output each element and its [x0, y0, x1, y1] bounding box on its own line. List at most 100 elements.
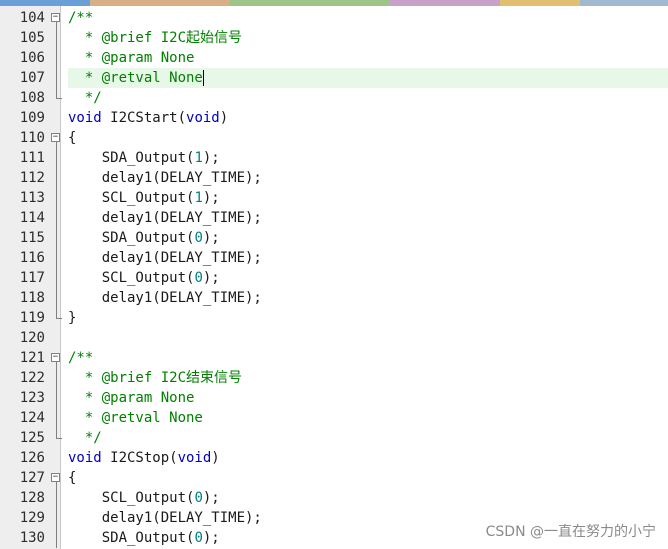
line-number: 126 [19, 450, 45, 466]
code-editor[interactable]: 104−/** 105 * @brief I2C起始信号 106 * @param … [0, 8, 668, 548]
fold-guide-line [56, 148, 57, 168]
code-line[interactable]: 105 * @brief I2C起始信号 [0, 28, 668, 48]
fold-guide-line [56, 528, 57, 548]
code-line[interactable]: 122 * @brief I2C结束信号 [0, 368, 668, 388]
line-number: 125 [19, 430, 45, 446]
code-text: delay1(DELAY_TIME); [68, 288, 668, 308]
line-number: 105 [19, 30, 45, 46]
code-token: * @param None [68, 390, 195, 406]
code-line[interactable]: 104−/** [0, 8, 668, 28]
code-token: { [68, 470, 77, 486]
code-text: delay1(DELAY_TIME); [68, 208, 668, 228]
code-line[interactable]: 125 */ [0, 428, 668, 448]
code-token: delay1(DELAY_TIME); [68, 250, 262, 266]
code-line[interactable]: 120 [0, 328, 668, 348]
line-number: 107 [19, 70, 45, 86]
code-token: SCL_Output( [68, 490, 195, 506]
code-token: ); [202, 490, 220, 506]
code-text: } [68, 308, 668, 328]
code-token: 0 [194, 270, 203, 286]
line-number: 113 [19, 190, 45, 206]
top-strip-segment [230, 0, 390, 6]
code-text: */ [68, 88, 668, 108]
code-line[interactable]: 117 SCL_Output(0); [0, 268, 668, 288]
code-line[interactable]: 114 delay1(DELAY_TIME); [0, 208, 668, 228]
code-line[interactable]: 115 SDA_Output(0); [0, 228, 668, 248]
code-line[interactable]: 128 SCL_Output(0); [0, 488, 668, 508]
line-number: 120 [19, 330, 45, 346]
code-token: delay1(DELAY_TIME); [68, 170, 262, 186]
fold-guide-line [56, 188, 57, 208]
fold-guide-line [56, 68, 57, 88]
line-number: 109 [19, 110, 45, 126]
fold-guide-line [56, 88, 57, 98]
fold-collapse-icon[interactable]: − [51, 133, 60, 142]
line-number: 111 [19, 150, 45, 166]
code-token: 0 [194, 530, 203, 546]
code-text: * @param None [68, 48, 668, 68]
code-line[interactable]: 119} [0, 308, 668, 328]
code-line[interactable]: 116 delay1(DELAY_TIME); [0, 248, 668, 268]
code-line[interactable]: 123 * @param None [0, 388, 668, 408]
line-number: 117 [19, 270, 45, 286]
fold-guide-line [56, 308, 57, 318]
line-number: 118 [19, 290, 45, 306]
fold-guide-line [56, 268, 57, 288]
code-text: delay1(DELAY_TIME); [68, 248, 668, 268]
code-line[interactable]: 110−{ [0, 128, 668, 148]
code-text: SCL_Output(1); [68, 188, 668, 208]
code-line[interactable]: 109 void I2CStart(void) [0, 108, 668, 128]
code-text: void I2CStop(void) [68, 448, 668, 468]
fold-collapse-icon[interactable]: − [51, 473, 60, 482]
code-line[interactable]: 118 delay1(DELAY_TIME); [0, 288, 668, 308]
fold-collapse-icon[interactable]: − [51, 353, 60, 362]
code-line[interactable]: 107 * @retval None [0, 68, 668, 88]
code-token: 1 [194, 190, 203, 206]
line-number: 124 [19, 410, 45, 426]
code-text: SDA_Output(0); [68, 228, 668, 248]
code-line[interactable]: 111 SDA_Output(1); [0, 148, 668, 168]
code-text: delay1(DELAY_TIME); [68, 168, 668, 188]
fold-guide-line [56, 208, 57, 228]
top-strip-segment [580, 0, 668, 6]
code-line[interactable]: 126 void I2CStop(void) [0, 448, 668, 468]
code-text: { [68, 128, 668, 148]
code-token: 1 [194, 150, 203, 166]
code-token: * @brief I2C结束信号 [68, 370, 243, 386]
code-line[interactable]: 121−/** [0, 348, 668, 368]
line-number: 128 [19, 490, 45, 506]
top-strip-segment [90, 0, 230, 6]
watermark: CSDN @一直在努力的小宁 [485, 524, 656, 540]
code-token: void [177, 450, 212, 466]
code-line[interactable]: 127−{ [0, 468, 668, 488]
code-token: } [68, 310, 77, 326]
top-strip-segment [500, 0, 580, 6]
fold-guide-line [56, 28, 57, 48]
code-text: SDA_Output(1); [68, 148, 668, 168]
code-line[interactable]: 113 SCL_Output(1); [0, 188, 668, 208]
code-token: SDA_Output( [68, 230, 195, 246]
code-line[interactable]: 108 */ [0, 88, 668, 108]
fold-collapse-icon[interactable]: − [51, 13, 60, 22]
code-text: * @brief I2C起始信号 [68, 28, 668, 48]
code-token: * @retval None [68, 410, 203, 426]
code-token: SCL_Output( [68, 270, 195, 286]
code-line[interactable]: 124 * @retval None [0, 408, 668, 428]
code-token: ); [202, 230, 220, 246]
fold-end-marker [56, 98, 62, 99]
code-token: 0 [194, 230, 203, 246]
code-line[interactable]: 106 * @param None [0, 48, 668, 68]
code-token: * @param None [68, 50, 195, 66]
code-text: */ [68, 428, 668, 448]
code-token: ) [219, 110, 229, 126]
code-token: SDA_Output( [68, 150, 195, 166]
code-token: SDA_Output( [68, 530, 195, 546]
code-token: ); [202, 530, 220, 546]
code-line[interactable]: 112 delay1(DELAY_TIME); [0, 168, 668, 188]
fold-guide-line [56, 48, 57, 68]
fold-guide-line [56, 488, 57, 508]
code-token: ) [211, 450, 220, 466]
fold-guide-line [56, 168, 57, 188]
fold-guide-line [56, 408, 57, 428]
